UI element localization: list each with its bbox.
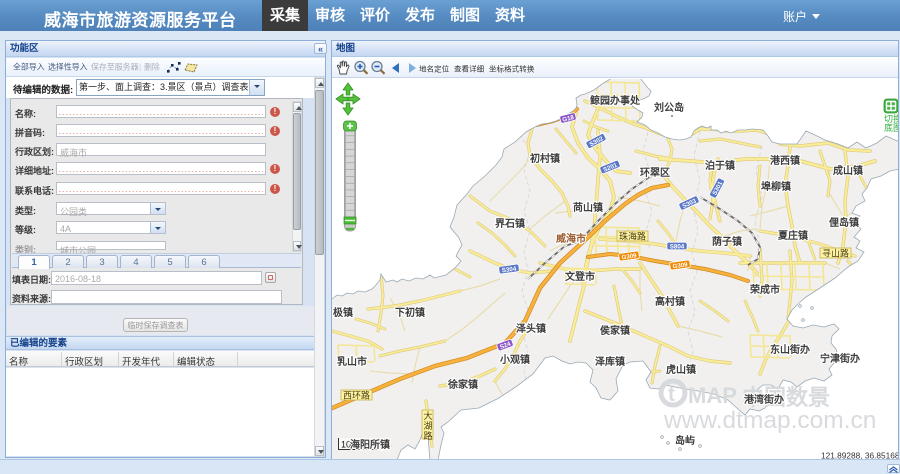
svg-text:www.dtmap.com.cn: www.dtmap.com.cn (663, 407, 876, 434)
svg-text:极镇: 极镇 (333, 306, 353, 319)
svg-text:侯家镇: 侯家镇 (600, 324, 630, 337)
svg-text:S804: S804 (670, 243, 685, 250)
svg-text:高村镇: 高村镇 (655, 295, 685, 308)
svg-text:夏庄镇: 夏庄镇 (777, 229, 808, 242)
svg-text:寻山路: 寻山路 (822, 248, 849, 259)
svg-text:荣成市: 荣成市 (749, 283, 780, 296)
svg-text:t: t (668, 383, 675, 406)
svg-text:徐家镇: 徐家镇 (447, 378, 478, 391)
svg-text:环翠区: 环翠区 (640, 167, 670, 179)
svg-text:泽头镇: 泽头镇 (516, 322, 546, 335)
svg-text:下初镇: 下初镇 (395, 306, 425, 319)
svg-text:湖: 湖 (424, 421, 433, 431)
svg-text:西环路: 西环路 (343, 390, 370, 401)
svg-text:小观镇: 小观镇 (499, 353, 530, 366)
svg-text:宁津街办: 宁津街办 (820, 352, 860, 365)
svg-text:虎山镇: 虎山镇 (666, 363, 696, 376)
svg-text:121.89288, 36.85168: 121.89288, 36.85168 (821, 451, 898, 460)
svg-text:苘山镇: 苘山镇 (573, 201, 603, 214)
svg-text:文登市: 文登市 (565, 270, 595, 283)
svg-text:东山街办: 东山街办 (770, 343, 810, 356)
svg-text:埠柳镇: 埠柳镇 (761, 180, 791, 193)
svg-text:港西镇: 港西镇 (770, 154, 800, 167)
svg-text:MAP: MAP (688, 383, 737, 408)
svg-text:珠海路: 珠海路 (619, 231, 646, 242)
svg-text:底图: 底图 (884, 122, 898, 133)
svg-text:荫子镇: 荫子镇 (712, 235, 742, 248)
svg-text:乳山市: 乳山市 (337, 355, 367, 368)
svg-text:初村镇: 初村镇 (530, 152, 560, 165)
svg-text:界石镇: 界石镇 (495, 217, 525, 230)
svg-text:泊于镇: 泊于镇 (705, 159, 735, 172)
svg-text:港湾街办: 港湾街办 (744, 393, 784, 406)
svg-text:海阳所镇: 海阳所镇 (350, 438, 390, 451)
svg-text:路: 路 (424, 430, 433, 441)
svg-text:威海市: 威海市 (556, 232, 586, 245)
svg-text:鲸园办事处: 鲸园办事处 (590, 94, 641, 107)
svg-text:大: 大 (424, 410, 433, 421)
svg-text:成山镇: 成山镇 (833, 164, 863, 177)
svg-text:刘公岛: 刘公岛 (654, 101, 684, 114)
svg-text:岛屿: 岛屿 (675, 434, 695, 447)
svg-text:俚岛镇: 俚岛镇 (829, 216, 859, 229)
svg-text:泽库镇: 泽库镇 (595, 355, 625, 368)
